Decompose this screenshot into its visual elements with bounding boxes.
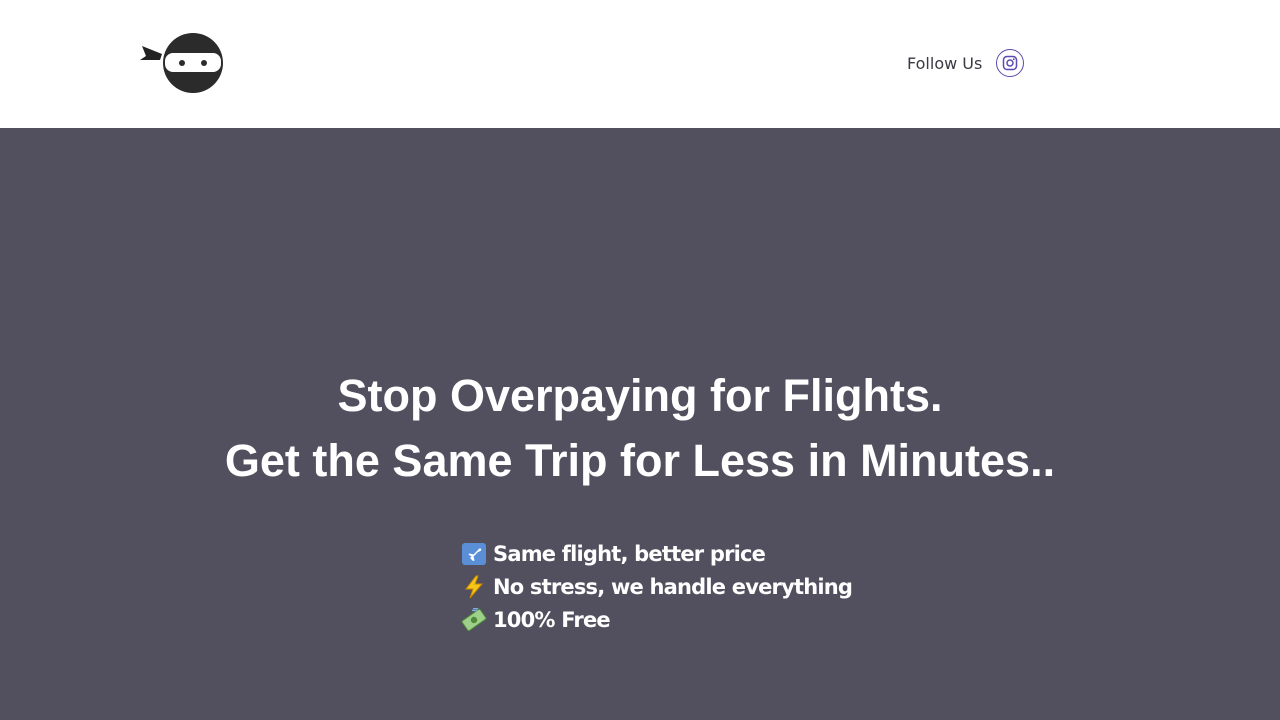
follow-us-group: Follow Us <box>907 48 1025 78</box>
site-header: Follow Us <box>0 0 1280 128</box>
hero-headline-line2: Get the Same Trip for Less in Minutes.. <box>224 435 1056 486</box>
ninja-logo-icon[interactable] <box>138 30 226 96</box>
feature-text: Same flight, better price <box>493 541 766 566</box>
hero-section: Stop Overpaying for Flights. Get the Sam… <box>0 128 1280 720</box>
instagram-icon[interactable] <box>996 49 1025 77</box>
list-item: No stress, we handle everything <box>461 570 853 603</box>
feature-text: 100% Free <box>493 607 611 632</box>
hero-headline-line1: Stop Overpaying for Flights. <box>337 370 943 421</box>
lightning-icon <box>461 575 487 599</box>
feature-list: Same flight, better price No stress, we … <box>461 537 853 636</box>
list-item: 100% Free <box>461 603 852 636</box>
list-item: Same flight, better price <box>461 537 852 570</box>
follow-us-link[interactable]: Follow Us <box>907 54 982 73</box>
feature-text: No stress, we handle everything <box>493 574 853 599</box>
money-icon <box>461 607 487 632</box>
airplane-icon <box>461 542 487 566</box>
